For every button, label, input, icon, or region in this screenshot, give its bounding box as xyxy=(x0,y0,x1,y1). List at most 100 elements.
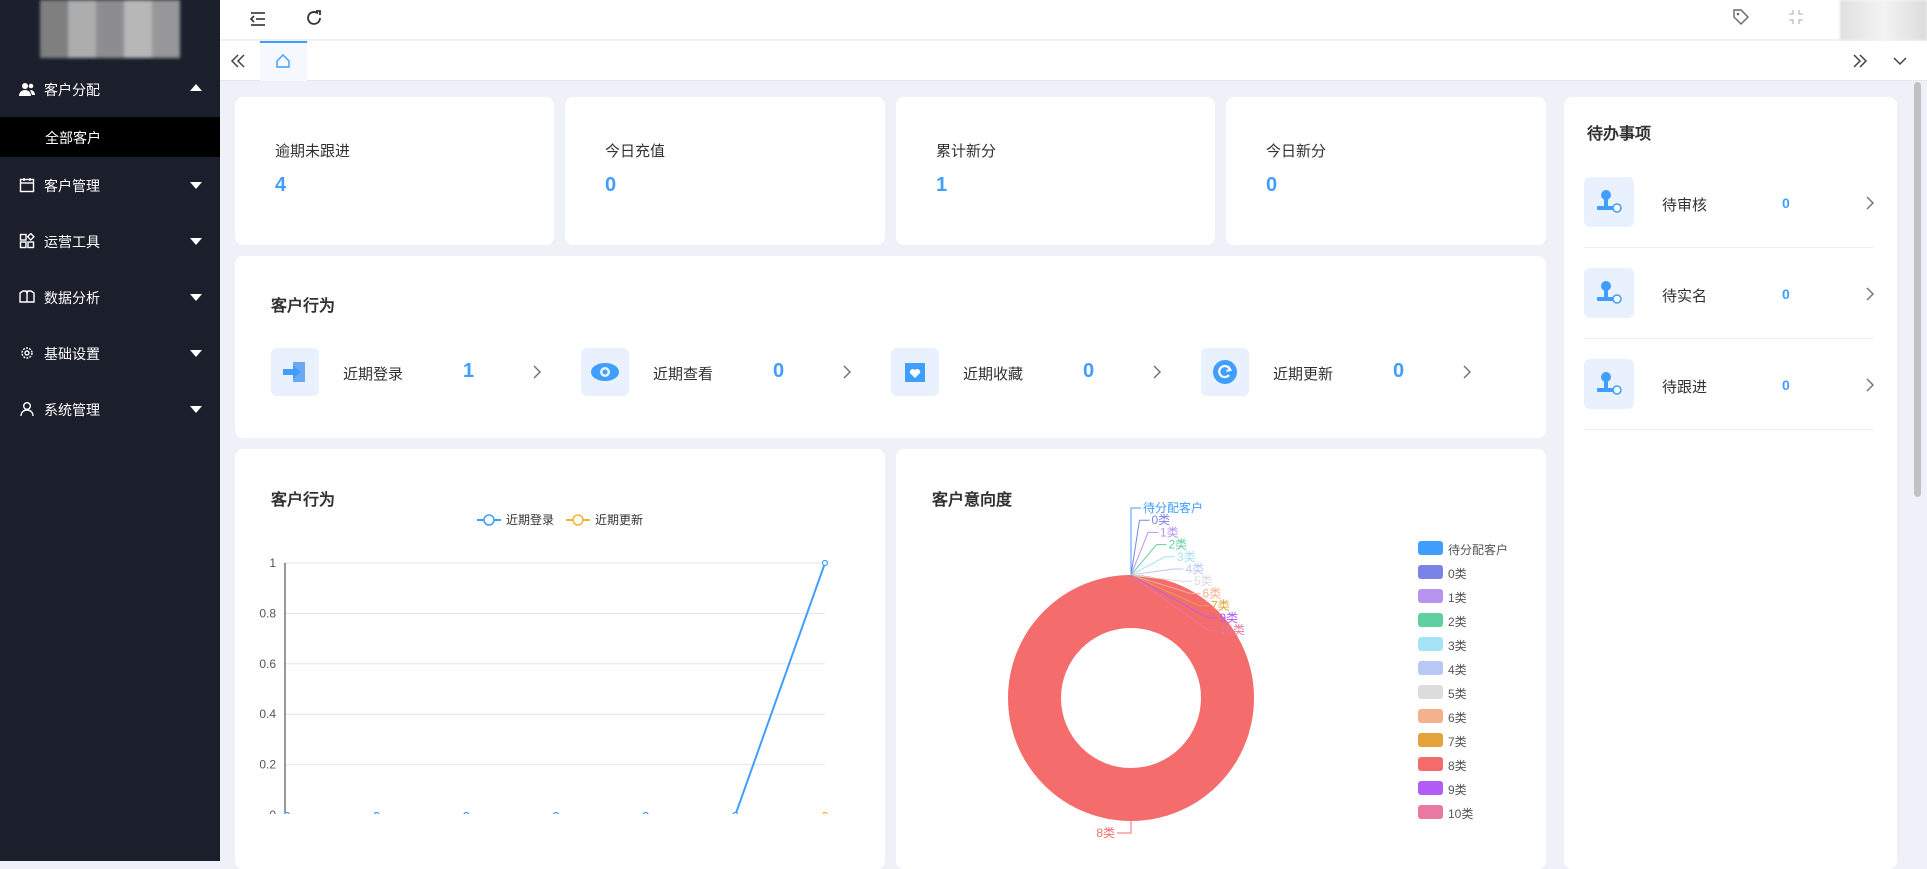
todo-item[interactable]: 待审核 0 xyxy=(1584,158,1875,248)
legend-marker xyxy=(572,514,584,526)
legend-swatch xyxy=(1418,805,1443,819)
double-chevron-right-icon[interactable] xyxy=(1852,53,1868,69)
chevron-up-icon xyxy=(190,84,202,91)
legend-label: 6类 xyxy=(1448,711,1467,725)
sidebar-subitem-all-customers[interactable]: 全部客户 xyxy=(0,117,220,157)
todo-value: 0 xyxy=(1782,195,1790,211)
stat-card: 今日新分 0 xyxy=(1226,97,1546,245)
sidebar-item-label: 客户分配 xyxy=(44,82,100,98)
y-tick-label: 0.4 xyxy=(259,707,276,721)
legend-swatch xyxy=(1418,541,1443,555)
sidebar-item-customer-manage[interactable]: 客户管理 xyxy=(0,165,220,205)
chevron-right-icon xyxy=(1866,287,1875,301)
legend-swatch xyxy=(1418,709,1443,723)
fullscreen-exit-icon[interactable] xyxy=(1788,9,1804,25)
behavior-item-view[interactable]: 近期查看 0 xyxy=(581,348,871,396)
legend-label: 近期登录 xyxy=(506,512,554,527)
scrollbar[interactable] xyxy=(1914,82,1921,497)
y-tick-label: 1 xyxy=(269,556,276,570)
logo xyxy=(40,0,180,58)
calendar-icon xyxy=(19,178,35,193)
top-bar xyxy=(220,0,1927,40)
behavior-item-update[interactable]: 近期更新 0 xyxy=(1201,348,1491,396)
chevron-down-icon xyxy=(190,406,202,413)
y-tick-label: 0.8 xyxy=(259,606,276,620)
todo-label: 待审核 xyxy=(1662,197,1708,214)
user-avatar[interactable] xyxy=(1840,0,1927,40)
behavior-label: 近期更新 xyxy=(1273,366,1334,383)
double-chevron-left-icon[interactable] xyxy=(230,53,246,69)
todo-item[interactable]: 待实名 0 xyxy=(1584,249,1875,339)
home-icon xyxy=(276,54,290,68)
label-line xyxy=(1130,568,1184,576)
chevron-right-icon xyxy=(1866,196,1875,210)
sidebar-item-system-manage[interactable]: 系统管理 xyxy=(0,389,220,429)
sidebar-item-data-analysis[interactable]: 数据分析 xyxy=(0,277,220,317)
label-line xyxy=(1130,531,1158,576)
sidebar-item-label: 数据分析 xyxy=(44,290,100,306)
behavior-value: 0 xyxy=(1083,360,1095,382)
chevron-right-icon xyxy=(843,365,852,379)
refresh-icon[interactable] xyxy=(305,9,323,27)
legend-label: 4类 xyxy=(1448,663,1467,677)
sidebar-item-basic-settings[interactable]: 基础设置 xyxy=(0,333,220,373)
data-point xyxy=(642,811,649,814)
todo-label: 待实名 xyxy=(1662,288,1708,305)
stat-card: 今日充值 0 xyxy=(565,97,885,245)
legend-label: 近期更新 xyxy=(595,512,643,527)
tag-icon[interactable] xyxy=(1732,8,1750,26)
stat-card: 累计新分 1 xyxy=(896,97,1215,245)
todo-value: 0 xyxy=(1782,286,1790,302)
chevron-down-icon xyxy=(190,182,202,189)
stat-value[interactable]: 4 xyxy=(275,174,286,197)
chevron-right-icon xyxy=(533,365,542,379)
data-point xyxy=(553,811,559,814)
legend-swatch xyxy=(1418,733,1443,747)
chevron-right-icon xyxy=(1463,365,1472,379)
y-tick-label: 0.6 xyxy=(259,657,276,671)
pie-chart: 待分配客户0类1类2类3类4类5类6类7类9类10类8类 xyxy=(1008,500,1254,840)
y-tick-label: 0.2 xyxy=(259,758,276,772)
behavior-label: 近期收藏 xyxy=(963,366,1024,383)
behavior-item-favorite[interactable]: 近期收藏 0 xyxy=(891,348,1181,396)
chevron-right-icon xyxy=(1153,365,1162,379)
apps-icon xyxy=(19,233,35,249)
gear-icon xyxy=(21,347,33,359)
stat-card: 逾期未跟进 4 xyxy=(235,97,554,245)
section-title: 客户行为 xyxy=(271,298,336,315)
data-point xyxy=(822,811,828,814)
legend-label: 0类 xyxy=(1448,567,1467,581)
stat-value[interactable]: 0 xyxy=(605,174,616,197)
stat-label: 今日新分 xyxy=(1266,143,1327,160)
login-icon xyxy=(271,348,319,396)
todo-label: 待跟进 xyxy=(1662,379,1708,396)
sidebar-subitem-label: 全部客户 xyxy=(45,130,101,146)
legend-label: 8类 xyxy=(1448,759,1467,773)
analysis-icon xyxy=(19,290,35,303)
behavior-label: 近期查看 xyxy=(653,366,714,383)
stamp-icon xyxy=(1584,359,1634,409)
sidebar: 客户分配 全部客户 客户管理 运营工具 数据分析 基础设置 系统管理 xyxy=(0,0,220,861)
data-point xyxy=(284,811,290,814)
eye-icon xyxy=(581,348,629,396)
sidebar-item-operation-tools[interactable]: 运营工具 xyxy=(0,221,220,261)
refresh-icon xyxy=(1201,348,1249,396)
sidebar-item-customer-assign[interactable]: 客户分配 xyxy=(0,69,220,109)
menu-fold-icon[interactable] xyxy=(249,10,267,28)
legend-swatch xyxy=(1418,661,1443,675)
behavior-item-login[interactable]: 近期登录 1 xyxy=(271,348,561,396)
behavior-card: 客户行为 近期登录 1 近期查看 0 近期收藏 0 近期更新 0 xyxy=(235,256,1546,438)
slice-label: 10类 xyxy=(1220,623,1245,637)
legend-swatch xyxy=(1418,589,1443,603)
chevron-right-icon xyxy=(1866,378,1875,392)
stat-value[interactable]: 0 xyxy=(1266,174,1277,197)
todo-item[interactable]: 待跟进 0 xyxy=(1584,340,1875,430)
favorite-icon xyxy=(891,348,939,396)
tab-home[interactable] xyxy=(260,41,307,81)
chevron-down-icon[interactable] xyxy=(1892,54,1908,68)
data-point xyxy=(463,811,470,814)
todo-value: 0 xyxy=(1782,377,1790,393)
stat-value[interactable]: 1 xyxy=(936,174,947,197)
pie-slice xyxy=(1008,575,1254,821)
legend-label: 3类 xyxy=(1448,639,1467,653)
